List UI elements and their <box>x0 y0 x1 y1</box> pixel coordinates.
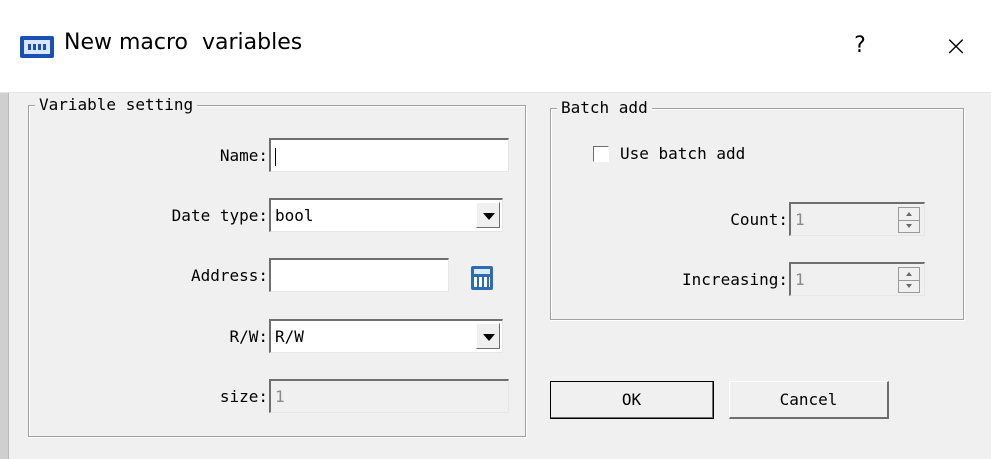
count-value: 1 <box>795 210 805 229</box>
size-label: size: <box>219 387 268 406</box>
rw-select[interactable]: R/W <box>269 319 503 353</box>
datatype-select[interactable]: bool <box>269 198 503 232</box>
hmi-app-icon <box>20 36 54 58</box>
increasing-value: 1 <box>795 270 805 289</box>
name-label: Name: <box>219 146 268 165</box>
help-button[interactable]: ? <box>842 30 878 62</box>
ok-button[interactable]: OK <box>550 381 714 419</box>
spin-down-icon <box>906 224 912 228</box>
address-label: Address: <box>190 266 268 285</box>
close-button[interactable]: × <box>936 28 976 64</box>
window-title: New macro variables <box>64 30 303 55</box>
spin-down-icon <box>906 284 912 288</box>
use-batch-label[interactable]: Use batch add <box>620 144 745 164</box>
rw-label: R/W: <box>229 327 268 346</box>
count-stepper: 1 <box>789 202 925 236</box>
rw-value: R/W <box>275 327 304 346</box>
chevron-down-icon[interactable] <box>476 323 500 349</box>
batch-add-title: Batch add <box>557 98 652 118</box>
count-spin-buttons <box>898 207 920 233</box>
datatype-label: Date type: <box>171 206 268 225</box>
datatype-value: bool <box>275 206 314 225</box>
spin-up-icon <box>906 272 912 276</box>
calculator-icon[interactable] <box>471 266 493 290</box>
size-field: 1 <box>269 379 509 413</box>
chevron-down-icon[interactable] <box>476 202 500 228</box>
spin-up-icon <box>906 212 912 216</box>
increasing-spin-buttons <box>898 267 920 293</box>
use-batch-checkbox[interactable] <box>593 146 609 162</box>
count-label: Count: <box>730 210 788 229</box>
address-field[interactable] <box>269 258 449 292</box>
increasing-stepper: 1 <box>789 262 925 296</box>
increasing-label: Increasing: <box>682 270 788 289</box>
cancel-button[interactable]: Cancel <box>729 381 889 419</box>
variable-setting-title: Variable setting <box>35 95 198 115</box>
size-value: 1 <box>275 387 285 406</box>
name-field[interactable] <box>269 138 509 172</box>
text-caret <box>275 147 276 166</box>
title-bar[interactable]: New macro variables ? × <box>0 0 991 93</box>
